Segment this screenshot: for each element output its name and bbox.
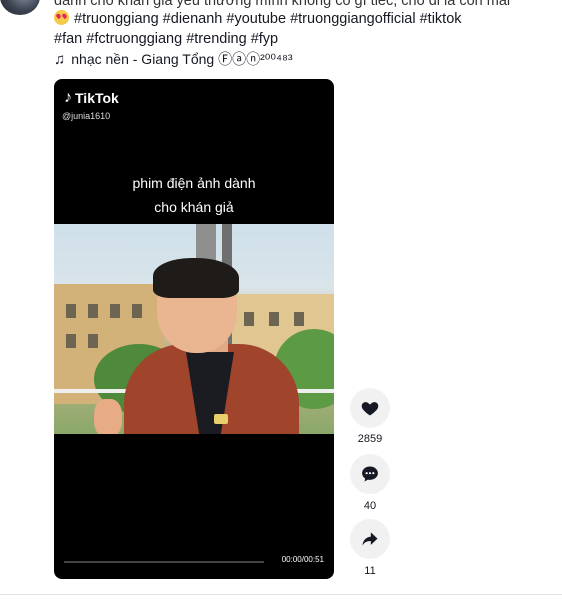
video-caption: phim điện ảnh dành cho khán giả bbox=[54, 171, 334, 219]
like-count: 2859 bbox=[357, 433, 383, 445]
post-hashtags-line-2[interactable]: #fan #fctruonggiang #trending #fyp bbox=[54, 29, 278, 49]
post-hashtags-line-1: #truonggiang #dienanh #youtube #truonggi… bbox=[54, 9, 462, 29]
heart-icon bbox=[361, 402, 379, 416]
video-frame bbox=[54, 224, 334, 434]
music-link[interactable]: ♫ nhạc nền - Giang Tổng Ⓕⓐⓝ²⁰⁰⁴⁸³ bbox=[54, 49, 293, 70]
video-progress-bar[interactable] bbox=[64, 561, 264, 563]
heart-eyes-emoji-icon bbox=[54, 10, 69, 25]
tiktok-logo-icon: ♪ bbox=[64, 89, 72, 106]
music-note-icon: ♫ bbox=[54, 51, 66, 68]
hashtags-text[interactable]: #truonggiang #dienanh #youtube #truonggi… bbox=[74, 11, 462, 27]
person-hand bbox=[94, 399, 122, 434]
video-watermark-username: @junia1610 bbox=[62, 111, 111, 121]
video-time: 00:00/00:51 bbox=[281, 555, 324, 564]
share-icon bbox=[362, 532, 378, 546]
video-caption-line-2: cho khán giả bbox=[154, 199, 234, 215]
person-hair bbox=[153, 258, 239, 298]
video-player[interactable]: ♪ TikTok @junia1610 phim điện ảnh dành c… bbox=[54, 79, 334, 579]
like-button[interactable] bbox=[350, 388, 390, 428]
tiktok-logo-text: TikTok bbox=[75, 90, 119, 106]
comment-icon bbox=[362, 466, 378, 482]
author-avatar[interactable] bbox=[0, 0, 40, 15]
comment-count: 40 bbox=[363, 500, 377, 512]
share-button[interactable] bbox=[350, 519, 390, 559]
video-caption-line-1: phim điện ảnh dành bbox=[132, 175, 256, 191]
lapel-pin bbox=[214, 414, 228, 424]
music-label[interactable]: nhạc nền - Giang Tổng Ⓕⓐⓝ²⁰⁰⁴⁸³ bbox=[71, 51, 292, 67]
share-count: 11 bbox=[364, 565, 376, 577]
comment-button[interactable] bbox=[350, 454, 390, 494]
divider bbox=[0, 594, 562, 595]
tiktok-watermark: ♪ TikTok bbox=[64, 89, 119, 107]
